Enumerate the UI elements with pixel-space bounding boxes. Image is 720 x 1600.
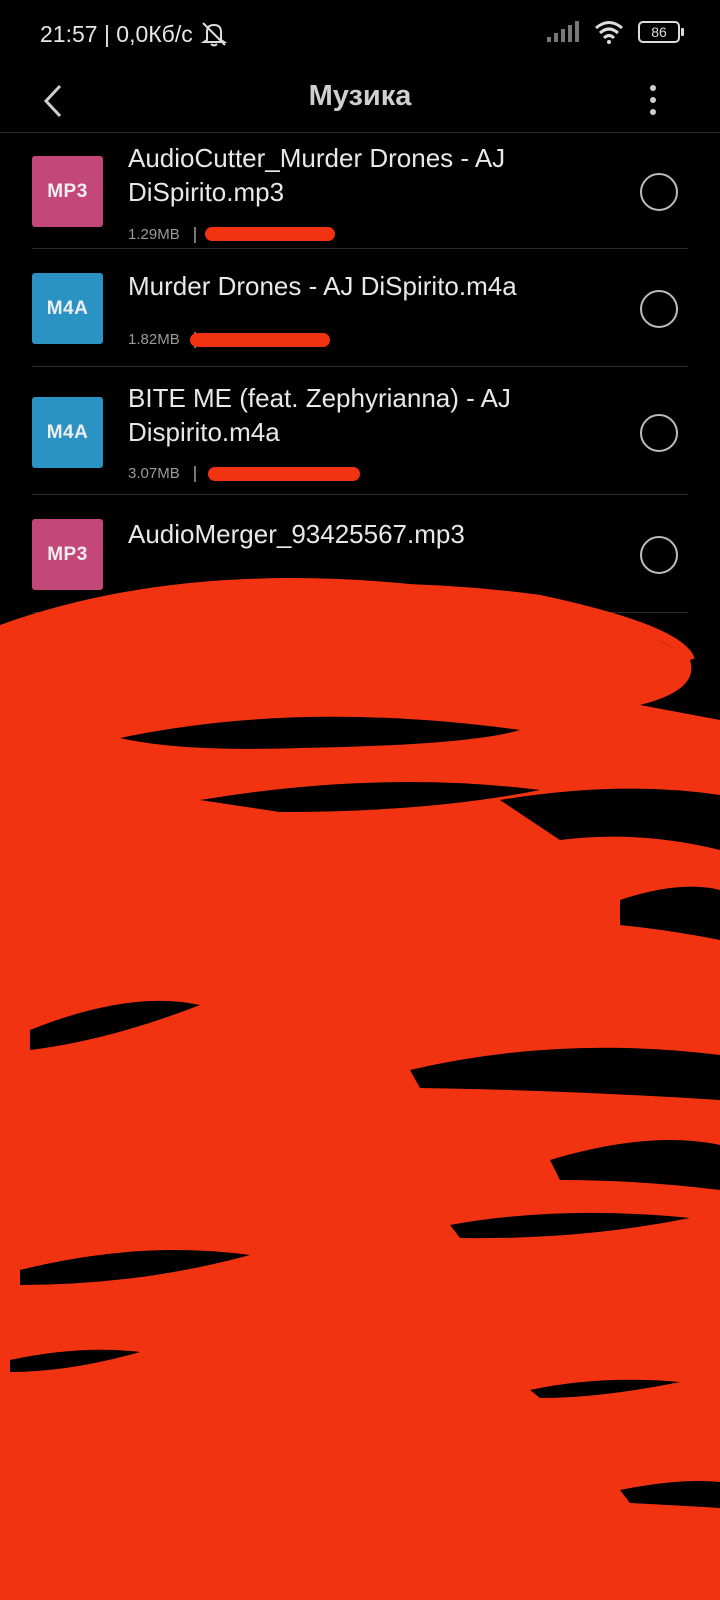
list-item[interactable]: M4A Murder Drones - AJ DiSpirito.m4a 1.8…	[0, 249, 720, 367]
list-item[interactable]: MP3 AudioMerger_93425567.mp3	[0, 495, 720, 613]
file-meta-fragment-text: 2.15	[300, 1253, 330, 1270]
redaction-mark	[208, 467, 360, 481]
file-name: Murder Drones - AJ DiSpirito.m4a	[128, 271, 517, 301]
list-item[interactable]	[0, 967, 720, 1085]
list-item[interactable]	[0, 849, 720, 967]
select-checkbox[interactable]	[640, 536, 678, 574]
file-meta: 1.82MB	[128, 331, 196, 348]
file-type-badge: MP3	[32, 519, 103, 590]
file-type-badge	[32, 637, 103, 708]
file-meta: 3.07MB	[128, 465, 196, 482]
redaction-mark	[190, 333, 330, 347]
file-size: 3.07MB	[128, 465, 180, 482]
file-name-fragment: prtzph	[510, 625, 583, 655]
time-speed: 21:57 | 0,0Кб/с	[40, 20, 193, 47]
select-checkbox[interactable]	[640, 173, 678, 211]
file-name: BITE ME (feat. Zephyrianna) - AJ Dispiri…	[128, 383, 511, 447]
wifi-icon	[595, 21, 623, 44]
list-item[interactable]: prtzph	[0, 613, 720, 731]
file-name: AudioCutter_Murder Drones - AJ DiSpirito…	[128, 143, 506, 207]
file-type-badge: MP3	[32, 156, 103, 227]
file-list: MP3 AudioCutter_Murder Drones - AJ DiSpi…	[0, 133, 720, 1321]
file-size: 1.82MB	[128, 331, 180, 348]
file-type-badge: M4A	[32, 397, 103, 468]
file-type-badge: M4A	[32, 273, 103, 344]
status-left: 21:57 | 0,0Кб/с	[40, 20, 229, 48]
file-meta-fragment: 2.15	[300, 1253, 329, 1270]
select-checkbox[interactable]	[640, 1008, 678, 1046]
select-checkbox[interactable]	[640, 290, 678, 328]
status-right: 86	[546, 20, 684, 44]
select-checkbox[interactable]	[640, 772, 678, 810]
battery-icon: 86	[638, 21, 684, 43]
more-vertical-icon[interactable]	[638, 80, 668, 120]
app-header: Музика	[0, 70, 720, 132]
redaction-mark	[205, 227, 335, 241]
file-size: 1.29MB	[128, 226, 180, 243]
select-checkbox[interactable]	[640, 890, 678, 928]
list-item[interactable]	[0, 731, 720, 849]
mute-bell-icon	[200, 22, 228, 47]
battery-level: 86	[651, 24, 667, 40]
list-item[interactable]: MP3 AudioCutter_Murder Drones - AJ DiSpi…	[0, 133, 720, 249]
file-meta: 1.29MB	[128, 226, 196, 243]
signal-icon	[547, 21, 579, 42]
select-checkbox[interactable]	[640, 654, 678, 692]
page-title: Музика	[308, 80, 412, 112]
list-item[interactable]: 2.15	[0, 1203, 720, 1321]
file-name: AudioMerger_93425567.mp3	[128, 519, 465, 549]
list-item[interactable]: M4A BITE ME (feat. Zephyrianna) - AJ Dis…	[0, 367, 720, 495]
status-bar: 21:57 | 0,0Кб/с 86	[0, 0, 720, 70]
select-checkbox[interactable]	[640, 414, 678, 452]
list-item[interactable]	[0, 1085, 720, 1203]
